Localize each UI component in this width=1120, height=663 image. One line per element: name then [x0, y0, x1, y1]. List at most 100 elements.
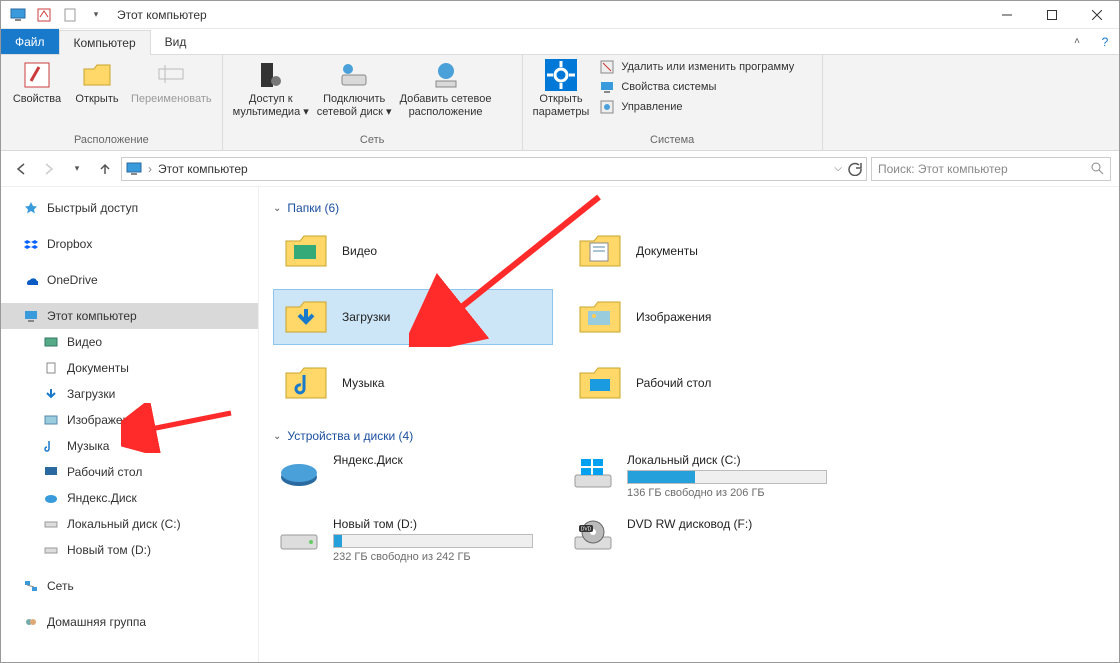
sidebar-label: Сеть — [47, 579, 74, 593]
uninstall-icon — [599, 59, 615, 75]
ribbon-group-system-label: Система — [529, 132, 816, 148]
folder-label: Рабочий стол — [636, 376, 711, 390]
section-folders-label: Папки (6) — [287, 201, 339, 215]
maximize-button[interactable] — [1029, 1, 1074, 29]
sidebar-item-new-vol-d[interactable]: Новый том (D:) — [1, 537, 258, 563]
help-icon[interactable]: ? — [1091, 29, 1119, 54]
ribbon-collapse-icon[interactable]: ˄ — [1063, 29, 1091, 54]
ribbon-manage-item[interactable]: Управление — [599, 99, 794, 115]
sidebar-item-music[interactable]: Музыка — [1, 433, 258, 459]
titlebar: ▾ Этот компьютер — [1, 1, 1119, 29]
folder-tile-downloads[interactable]: Загрузки — [273, 289, 553, 345]
sysprops-icon — [599, 79, 615, 95]
sidebar-item-dropbox[interactable]: Dropbox — [1, 231, 258, 257]
qat-doc-icon[interactable] — [59, 4, 81, 26]
pictures-icon — [43, 412, 59, 428]
svg-text:DVD: DVD — [581, 527, 592, 533]
search-box[interactable]: Поиск: Этот компьютер — [871, 157, 1111, 181]
qat-properties-icon[interactable] — [33, 4, 55, 26]
sidebar-item-desktop[interactable]: Рабочий стол — [1, 459, 258, 485]
address-row: ▾ › Этот компьютер ⌵ Поиск: Этот компьют… — [1, 151, 1119, 187]
section-folders-header[interactable]: ⌄ Папки (6) — [273, 201, 1105, 215]
section-drives-header[interactable]: ⌄ Устройства и диски (4) — [273, 429, 1105, 443]
desktop-folder-icon — [578, 363, 622, 403]
minimize-button[interactable] — [984, 1, 1029, 29]
ribbon-media-access-button[interactable]: Доступ к мультимедиа ▾ — [229, 57, 313, 120]
network-icon — [23, 578, 39, 594]
content-pane: ⌄ Папки (6) Видео Документы — [259, 187, 1119, 662]
sidebar-label: Рабочий стол — [67, 465, 142, 479]
sidebar-item-local-c[interactable]: Локальный диск (C:) — [1, 511, 258, 537]
sidebar-label: Этот компьютер — [47, 309, 137, 323]
nav-back-button[interactable] — [9, 157, 33, 181]
address-bar[interactable]: › Этот компьютер ⌵ — [121, 157, 867, 181]
ribbon-settings-label2: параметры — [533, 106, 590, 119]
sidebar-item-yandex-disk[interactable]: Яндекс.Диск — [1, 485, 258, 511]
ribbon-sysprops-label: Свойства системы — [621, 81, 716, 93]
sidebar-item-onedrive[interactable]: OneDrive — [1, 267, 258, 293]
sidebar-item-documents[interactable]: Документы — [1, 355, 258, 381]
sidebar-item-downloads[interactable]: Загрузки — [1, 381, 258, 407]
address-dropdown-icon[interactable]: ⌵ — [834, 163, 842, 174]
dropbox-icon — [23, 236, 39, 252]
ribbon-group-location-label: Расположение — [7, 132, 216, 148]
sidebar-label: Загрузки — [67, 387, 115, 401]
drive-tile-local-c[interactable]: Локальный диск (C:) 136 ГБ свободно из 2… — [567, 451, 847, 501]
sidebar-label: Быстрый доступ — [47, 201, 138, 215]
folder-tile-desktop[interactable]: Рабочий стол — [567, 355, 847, 411]
downloads-folder-icon — [284, 297, 328, 337]
tab-computer[interactable]: Компьютер — [59, 30, 151, 55]
folder-tile-video[interactable]: Видео — [273, 223, 553, 279]
sidebar-item-pictures[interactable]: Изображения — [1, 407, 258, 433]
breadcrumb-root[interactable]: Этот компьютер — [158, 162, 248, 176]
qat-pc-icon[interactable] — [7, 4, 29, 26]
tab-file[interactable]: Файл — [1, 29, 59, 54]
star-icon — [23, 200, 39, 216]
nav-up-button[interactable] — [93, 157, 117, 181]
drive-tile-yandex[interactable]: Яндекс.Диск — [273, 451, 553, 501]
ribbon-sysprops-item[interactable]: Свойства системы — [599, 79, 794, 95]
tab-view[interactable]: Вид — [151, 29, 201, 54]
ribbon-open-settings-button[interactable]: Открыть параметры — [529, 57, 594, 120]
folder-tile-music[interactable]: Музыка — [273, 355, 553, 411]
nav-forward-button — [37, 157, 61, 181]
drive-tile-new-d[interactable]: Новый том (D:) 232 ГБ свободно из 242 ГБ — [273, 515, 553, 565]
download-arrow-icon — [43, 386, 59, 402]
search-icon — [1091, 162, 1104, 175]
sidebar-item-videos[interactable]: Видео — [1, 329, 258, 355]
qat-dropdown-icon[interactable]: ▾ — [85, 4, 107, 26]
folder-tile-documents[interactable]: Документы — [567, 223, 847, 279]
ribbon-add-netloc-button[interactable]: Добавить сетевое расположение — [396, 57, 496, 120]
ribbon-open-button[interactable]: Открыть — [67, 57, 127, 108]
drive-subtext: 232 ГБ свободно из 242 ГБ — [333, 551, 549, 563]
ribbon-map-drive-button[interactable]: Подключить сетевой диск ▾ — [313, 57, 396, 120]
sidebar-label: Новый том (D:) — [67, 543, 151, 557]
homegroup-icon — [23, 614, 39, 630]
sidebar-label: Яндекс.Диск — [67, 491, 137, 505]
sidebar-item-homegroup[interactable]: Домашняя группа — [1, 609, 258, 635]
yandex-disk-drive-icon — [277, 453, 321, 493]
ribbon-uninstall-item[interactable]: Удалить или изменить программу — [599, 59, 794, 75]
hdd-drive-icon — [277, 517, 321, 557]
nav-recent-button[interactable]: ▾ — [65, 157, 89, 181]
sidebar-item-quick-access[interactable]: Быстрый доступ — [1, 195, 258, 221]
ribbon-uninstall-label: Удалить или изменить программу — [621, 61, 794, 73]
sidebar-label: Видео — [67, 335, 102, 349]
video-folder-icon — [284, 231, 328, 271]
ribbon-properties-button[interactable]: Свойства — [7, 57, 67, 108]
sidebar-label: OneDrive — [47, 273, 98, 287]
drive-tile-dvd[interactable]: DVD DVD RW дисковод (F:) — [567, 515, 847, 565]
sidebar-label: Dropbox — [47, 237, 92, 251]
folder-label: Изображения — [636, 310, 711, 324]
ribbon-open-label: Открыть — [75, 93, 118, 106]
breadcrumb-chevron-icon[interactable]: › — [148, 162, 152, 176]
ribbon-mapdrive-label2: сетевой диск ▾ — [317, 106, 392, 119]
drive-usage-bar — [627, 470, 827, 484]
music-folder-icon — [284, 363, 328, 403]
sidebar-item-network[interactable]: Сеть — [1, 573, 258, 599]
drive-icon — [43, 516, 59, 532]
refresh-icon[interactable] — [848, 162, 862, 176]
folder-tile-pictures[interactable]: Изображения — [567, 289, 847, 345]
close-button[interactable] — [1074, 1, 1119, 29]
sidebar-item-this-pc[interactable]: Этот компьютер — [1, 303, 258, 329]
